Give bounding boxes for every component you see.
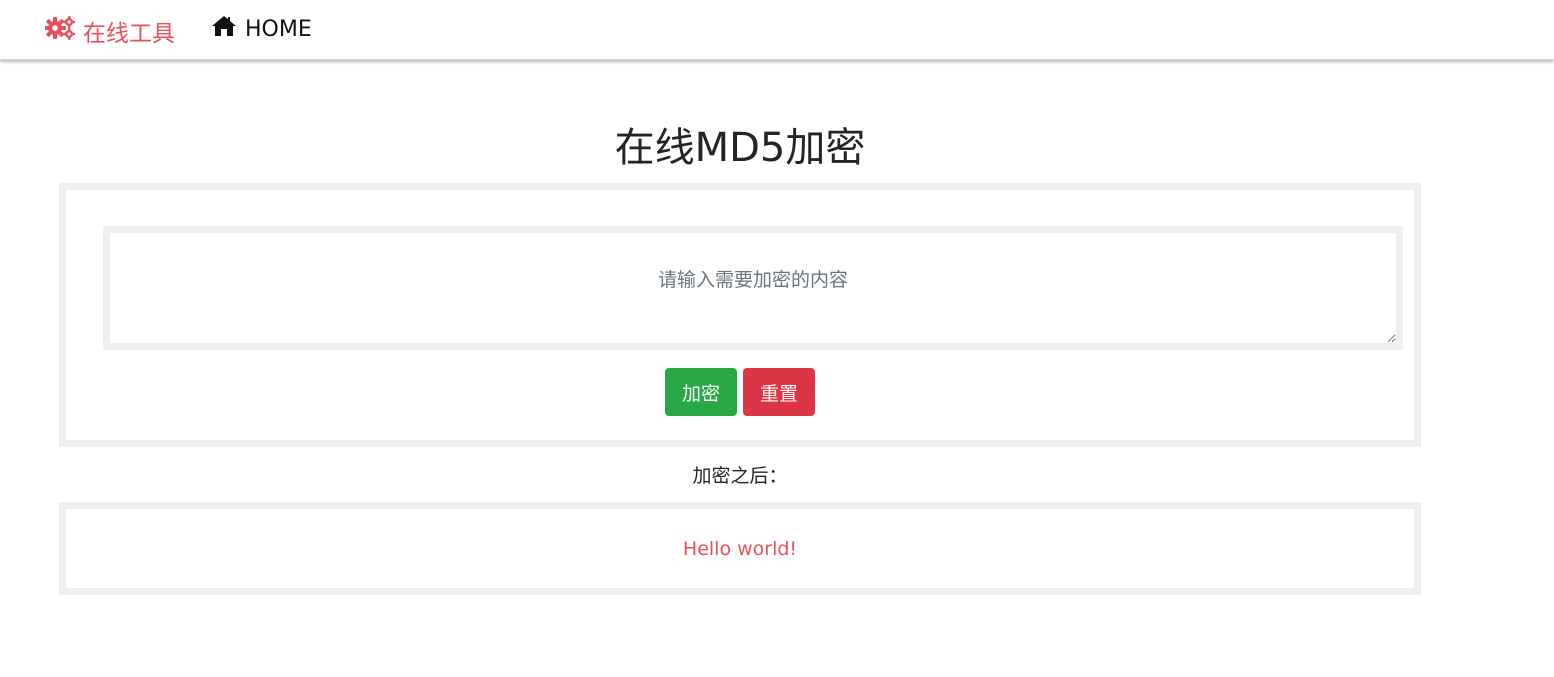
- page-title: 在线MD5加密: [614, 125, 866, 171]
- nav-home-link[interactable]: HOME: [211, 15, 312, 43]
- brand-label: 在线工具: [83, 21, 175, 47]
- brand-link[interactable]: 在线工具: [44, 14, 175, 48]
- result-box: Hello world!: [59, 502, 1421, 595]
- home-label: HOME: [245, 16, 312, 42]
- content-input[interactable]: [110, 233, 1396, 343]
- input-textarea-wrapper: [103, 226, 1403, 350]
- encrypt-button[interactable]: 加密: [665, 368, 737, 416]
- reset-button[interactable]: 重置: [743, 368, 815, 416]
- gears-icon: [44, 15, 83, 47]
- result-value: Hello world!: [682, 537, 798, 560]
- top-navbar: 在线工具 HOME: [0, 0, 1554, 60]
- home-icon: [211, 15, 245, 43]
- result-label: 加密之后：: [692, 465, 788, 487]
